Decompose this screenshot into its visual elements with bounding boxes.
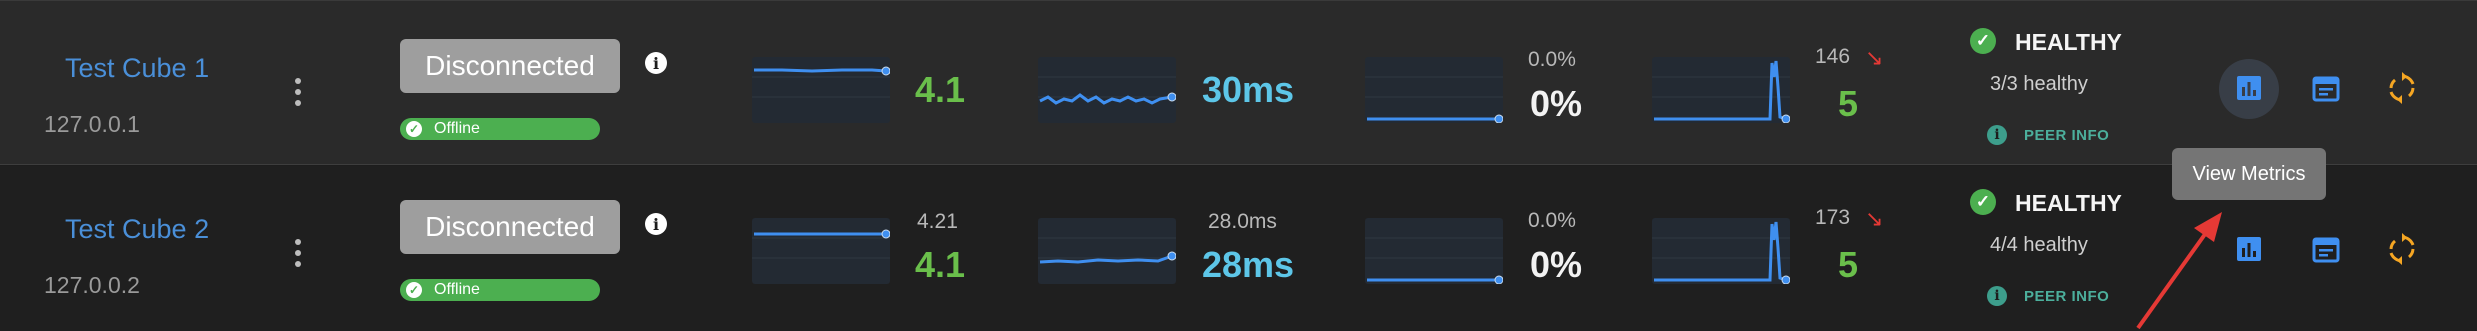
info-icon: i xyxy=(1987,286,2007,306)
sparkline-metric3 xyxy=(1365,218,1503,284)
check-circle-icon: ✓ xyxy=(1970,28,1996,54)
offline-badge: ✓ Offline xyxy=(400,118,600,140)
cube-row: Test Cube 1 127.0.0.1 Disconnected i ✓ O… xyxy=(0,0,2477,165)
metric4-value: 5 xyxy=(1838,244,1859,285)
metric3-top: 0.0% xyxy=(1528,209,1576,232)
sync-icon[interactable] xyxy=(2386,233,2418,265)
offline-badge: ✓ Offline xyxy=(400,279,600,301)
calendar-icon[interactable] xyxy=(2311,234,2341,264)
sparkline-metric3 xyxy=(1365,57,1503,123)
info-icon: i xyxy=(1987,125,2007,145)
metric3-value: 0% xyxy=(1530,83,1583,124)
sparkline-metric4 xyxy=(1652,57,1790,123)
more-vert-icon[interactable] xyxy=(295,239,301,272)
metric3-top: 0.0% xyxy=(1528,48,1576,71)
bar-chart-icon[interactable] xyxy=(2235,235,2263,263)
annotation-arrow-icon xyxy=(2136,212,2222,330)
cube-ip: 127.0.0.2 xyxy=(44,272,140,298)
metric1-value: 4.1 xyxy=(915,69,966,110)
sync-icon[interactable] xyxy=(2386,72,2418,104)
offline-badge-label: Offline xyxy=(434,281,480,298)
sparkline-metric4 xyxy=(1652,218,1790,284)
info-icon[interactable]: i xyxy=(645,52,667,74)
sparkline-metric1 xyxy=(752,218,890,284)
offline-badge-label: Offline xyxy=(434,120,480,137)
cube-name-link[interactable]: Test Cube 1 xyxy=(65,53,209,84)
cube-name-link[interactable]: Test Cube 2 xyxy=(65,214,209,245)
metric2-value: 28ms xyxy=(1202,244,1295,285)
cube-row: Test Cube 2 127.0.0.2 Disconnected i ✓ O… xyxy=(0,166,2477,331)
metric1-top: 4.21 xyxy=(917,210,958,233)
sparkline-metric2 xyxy=(1038,218,1176,284)
healthy-count: 3/3 healthy xyxy=(1990,73,2088,95)
metric2-top: 28.0ms xyxy=(1208,210,1277,233)
more-vert-icon[interactable] xyxy=(295,78,301,111)
sparkline-metric1 xyxy=(752,57,890,123)
info-icon[interactable]: i xyxy=(645,213,667,235)
metric3-value: 0% xyxy=(1530,244,1583,285)
trend-down-icon: ↘ xyxy=(1865,45,1884,70)
calendar-icon[interactable] xyxy=(2311,73,2341,103)
bar-chart-icon[interactable] xyxy=(2235,74,2263,102)
peer-info-link[interactable]: PEER INFO xyxy=(2024,288,2109,305)
metric1-value: 4.1 xyxy=(915,244,966,285)
check-icon: ✓ xyxy=(406,282,422,298)
view-metrics-tooltip: View Metrics xyxy=(2172,148,2326,200)
trend-down-icon: ↘ xyxy=(1865,206,1884,231)
sparkline-metric2 xyxy=(1038,57,1176,123)
health-status: HEALTHY xyxy=(2015,190,2122,216)
disconnected-button[interactable]: Disconnected xyxy=(400,39,620,93)
health-status: HEALTHY xyxy=(2015,29,2122,55)
healthy-count: 4/4 healthy xyxy=(1990,234,2088,256)
disconnected-button[interactable]: Disconnected xyxy=(400,200,620,254)
check-circle-icon: ✓ xyxy=(1970,189,1996,215)
check-icon: ✓ xyxy=(406,121,422,137)
peer-info-link[interactable]: PEER INFO xyxy=(2024,127,2109,144)
metric2-value: 30ms xyxy=(1202,69,1295,110)
metric4-top: 146 xyxy=(1815,45,1851,68)
metric4-top: 173 xyxy=(1815,206,1851,229)
cube-ip: 127.0.0.1 xyxy=(44,111,140,137)
metric4-value: 5 xyxy=(1838,83,1859,124)
